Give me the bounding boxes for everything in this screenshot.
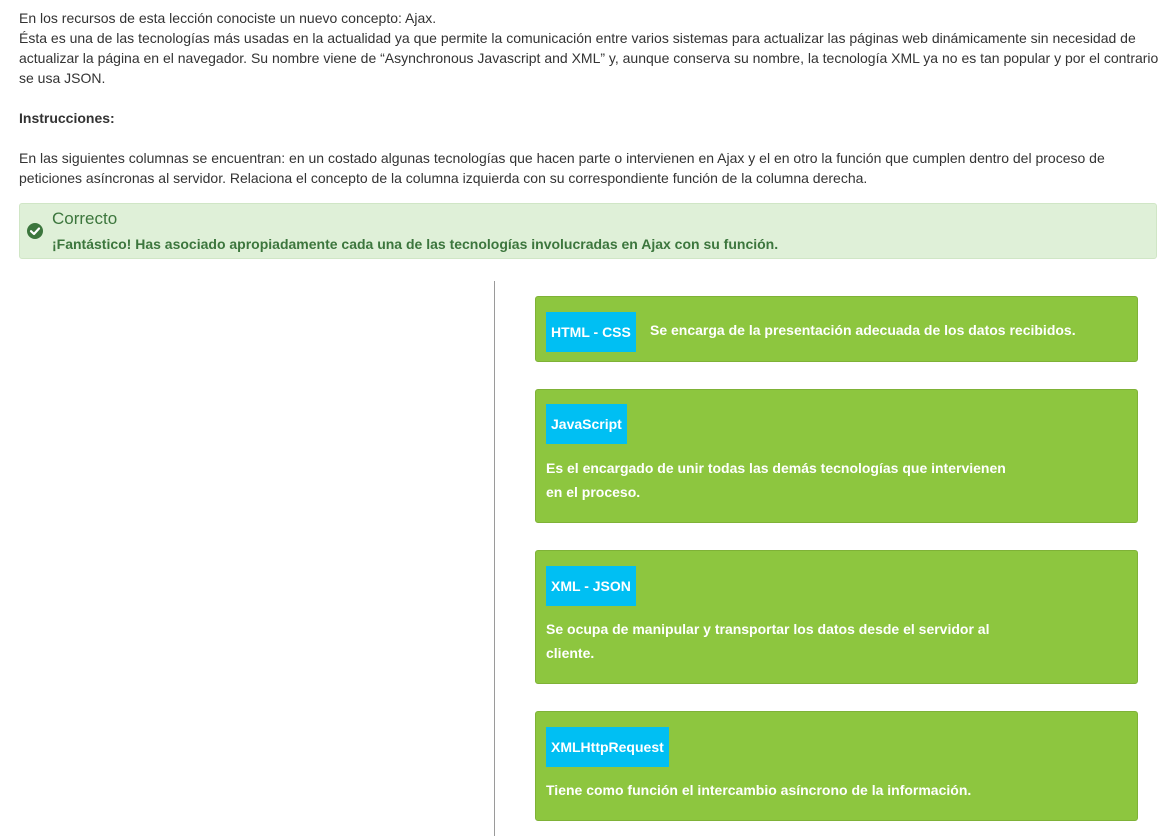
instructions-text: En las siguientes columnas se encuentran… [19,150,1105,186]
match-card-javascript[interactable]: JavaScript Es el encargado de unir todas… [535,389,1138,523]
match-card-html-css[interactable]: HTML - CSS Se encarga de la presentación… [535,296,1138,362]
check-circle-icon [27,223,43,239]
function-description: Es el encargado de unir todas las demás … [546,460,1006,500]
success-alert: Correcto ¡Fantástico! Has asociado aprop… [19,203,1157,259]
tech-tag[interactable]: JavaScript [546,404,627,444]
match-card-xmlhttprequest[interactable]: XMLHttpRequest Tiene como función el int… [535,711,1138,821]
intro-line-1: En los recursos de esta lección conocist… [19,10,437,26]
intro-text: En los recursos de esta lección conocist… [19,8,1159,88]
tech-tag[interactable]: XML - JSON [546,566,636,606]
function-description: Se encarga de la presentación adecuada d… [650,322,1076,338]
function-description: Tiene como función el intercambio asíncr… [546,782,972,798]
column-divider [494,281,495,836]
function-description: Se ocupa de manipular y transportar los … [546,621,990,661]
instructions-heading: Instrucciones: [19,110,115,126]
intro-line-2: Ésta es una de las tecnologías más usada… [19,30,1159,86]
alert-message: ¡Fantástico! Has asociado apropiadamente… [52,236,779,252]
tech-tag[interactable]: HTML - CSS [546,312,636,352]
tech-tag[interactable]: XMLHttpRequest [546,727,669,767]
match-card-xml-json[interactable]: XML - JSON Se ocupa de manipular y trans… [535,550,1138,684]
alert-title: Correcto [52,209,118,228]
